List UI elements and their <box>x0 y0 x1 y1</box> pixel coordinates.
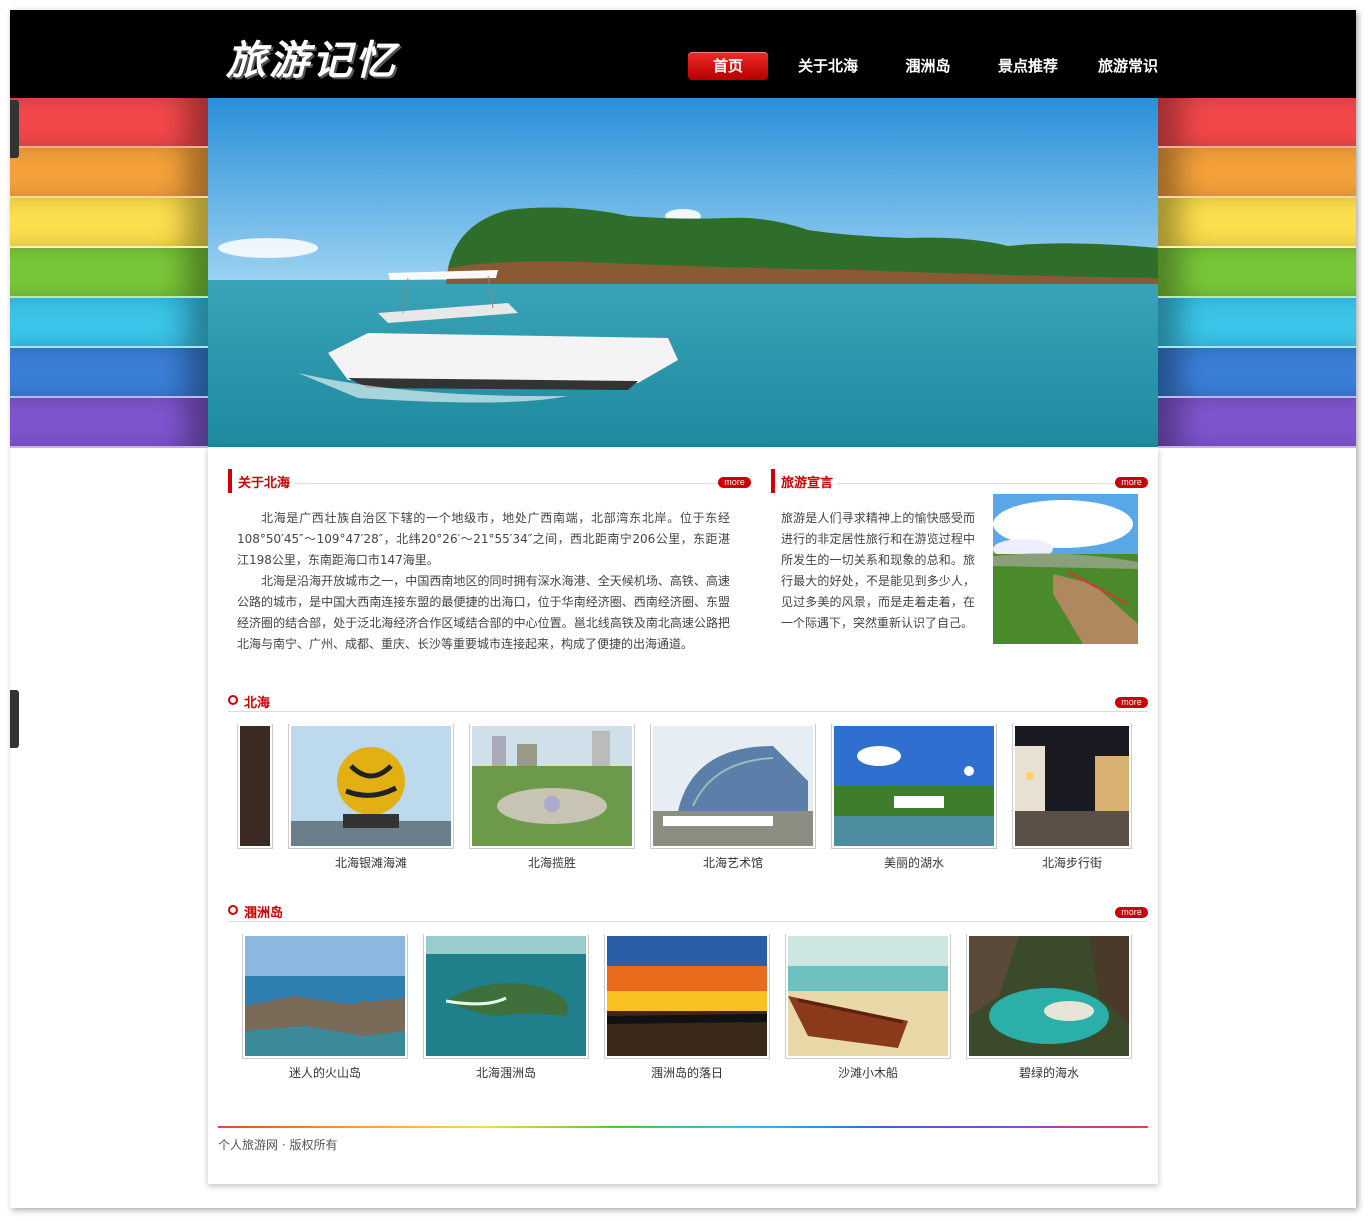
hero-banner-image <box>208 98 1158 447</box>
gallery-caption: 北海步行街 <box>1041 856 1102 870</box>
stripe <box>10 98 208 148</box>
about-paragraph-2: 北海是沿海开放城市之一，中国西南地区的同时拥有深水海港、全天候机场、高铁、高速公… <box>237 574 730 651</box>
manifesto-more-button[interactable]: more <box>1115 477 1148 488</box>
about-text: 北海是广西壮族自治区下辖的一个地级市，地处广西南端，北部湾东北岸。位于东经108… <box>237 508 730 655</box>
gallery-item[interactable]: 涠洲岛的落日 <box>604 934 770 1081</box>
gallery-caption: 北海涠洲岛 <box>475 1066 536 1080</box>
divider <box>228 921 1148 922</box>
manifesto-section-header: 旅游宣言 more <box>771 467 1148 493</box>
nav-item-weizhou[interactable]: 涠洲岛 <box>888 52 968 80</box>
gallery-item[interactable]: 美丽的湖水 <box>831 724 997 871</box>
header: 旅游记忆 首页 关于北海 涠洲岛 景点推荐 旅游常识 <box>10 10 1356 98</box>
gallery-item[interactable]: 碧绿的海水 <box>966 934 1132 1081</box>
gallery-item[interactable]: 北海银滩海滩 <box>288 724 454 871</box>
stripe <box>1158 398 1356 448</box>
gallery-caption: 迷人的火山岛 <box>288 1066 361 1080</box>
gallery-caption: 碧绿的海水 <box>1018 1066 1079 1080</box>
stripe <box>10 248 208 298</box>
manifesto-image <box>993 494 1138 644</box>
nav-item-about-beihai[interactable]: 关于北海 <box>788 52 868 80</box>
thumbnail <box>423 934 589 1059</box>
weizhou-gallery: 迷人的火山岛 北海涠洲岛 涠洲岛的落日 沙滩小木船 碧绿的海水 <box>208 934 1158 1094</box>
stripe <box>10 398 208 448</box>
stripe <box>10 348 208 398</box>
side-scroll-handle[interactable] <box>10 690 19 748</box>
beihai-section-header: 北海 more <box>228 687 1148 713</box>
beihai-section-title[interactable]: 北海 <box>244 692 275 711</box>
gallery-caption: 北海揽胜 <box>527 856 576 870</box>
nav-item-home[interactable]: 首页 <box>688 52 768 80</box>
page-frame: 旅游记忆 首页 关于北海 涠洲岛 景点推荐 旅游常识 关于北海 more 北海是… <box>10 10 1356 1208</box>
gallery-item[interactable]: 沙滩小木船 <box>785 934 951 1081</box>
gallery-item[interactable]: 北海揽胜 <box>469 724 635 871</box>
weizhou-section-title[interactable]: 涠洲岛 <box>244 902 288 921</box>
beihai-more-button[interactable]: more <box>1115 697 1148 708</box>
stripe <box>1158 148 1356 198</box>
thumbnail <box>288 724 454 849</box>
side-scroll-handle[interactable] <box>10 100 19 158</box>
stripe <box>10 148 208 198</box>
manifesto-text: 旅游是人们寻求精神上的愉快感受而进行的非定居性旅行和在游览过程中所发生的一切关系… <box>781 511 975 630</box>
stripe <box>1158 298 1356 348</box>
thumbnail <box>1012 724 1132 849</box>
gallery-item[interactable]: 北海涠洲岛 <box>423 934 589 1081</box>
beihai-gallery: 北海银滩海滩 北海揽胜 北海艺术馆 美丽的湖水 北海步行街 <box>208 724 1158 884</box>
thumbnail <box>650 724 816 849</box>
gallery-item[interactable]: 北海艺术馆 <box>650 724 816 871</box>
site-logo[interactable]: 旅游记忆 <box>226 28 398 86</box>
bullet-icon <box>228 905 238 915</box>
stripe <box>1158 198 1356 248</box>
manifesto-section-title[interactable]: 旅游宣言 <box>781 472 838 491</box>
gallery-caption: 北海艺术馆 <box>702 856 763 870</box>
divider <box>238 483 751 484</box>
about-more-button[interactable]: more <box>718 477 751 488</box>
gallery-caption: 美丽的湖水 <box>883 856 944 870</box>
gallery-item[interactable]: 北海步行街 <box>1012 724 1132 871</box>
about-section-title[interactable]: 关于北海 <box>238 472 295 491</box>
thumbnail <box>469 724 635 849</box>
about-section-header: 关于北海 more <box>228 467 751 493</box>
stripe <box>1158 348 1356 398</box>
rainbow-stripes-right <box>1158 98 1356 448</box>
thumbnail <box>785 934 951 1059</box>
stripe <box>10 298 208 348</box>
bullet-icon <box>228 695 238 705</box>
divider <box>228 711 1148 712</box>
stripe <box>1158 98 1356 148</box>
gallery-caption: 涠洲岛的落日 <box>650 1066 723 1080</box>
stripe <box>10 198 208 248</box>
gallery-caption: 北海银滩海滩 <box>334 856 407 870</box>
weizhou-more-button[interactable]: more <box>1115 907 1148 918</box>
nav-item-attractions[interactable]: 景点推荐 <box>988 52 1068 80</box>
footer-divider <box>218 1126 1148 1128</box>
gallery-item-partial[interactable] <box>237 724 273 849</box>
nav-item-travel-tips[interactable]: 旅游常识 <box>1088 52 1168 80</box>
main-content: 关于北海 more 北海是广西壮族自治区下辖的一个地级市，地处广西南端，北部湾东… <box>208 447 1158 1184</box>
thumbnail <box>237 724 273 849</box>
accent-bar <box>228 469 232 493</box>
thumbnail <box>831 724 997 849</box>
rainbow-stripes-left <box>10 98 208 448</box>
thumbnail <box>604 934 770 1059</box>
stripe <box>1158 248 1356 298</box>
footer-copyright: 个人旅游网 · 版权所有 <box>218 1138 338 1152</box>
about-paragraph-1: 北海是广西壮族自治区下辖的一个地级市，地处广西南端，北部湾东北岸。位于东经108… <box>237 511 730 567</box>
accent-bar <box>771 469 775 493</box>
thumbnail <box>966 934 1132 1059</box>
gallery-caption: 沙滩小木船 <box>837 1066 898 1080</box>
gallery-item[interactable]: 迷人的火山岛 <box>242 934 408 1081</box>
thumbnail <box>242 934 408 1059</box>
weizhou-section-header: 涠洲岛 more <box>228 897 1148 923</box>
